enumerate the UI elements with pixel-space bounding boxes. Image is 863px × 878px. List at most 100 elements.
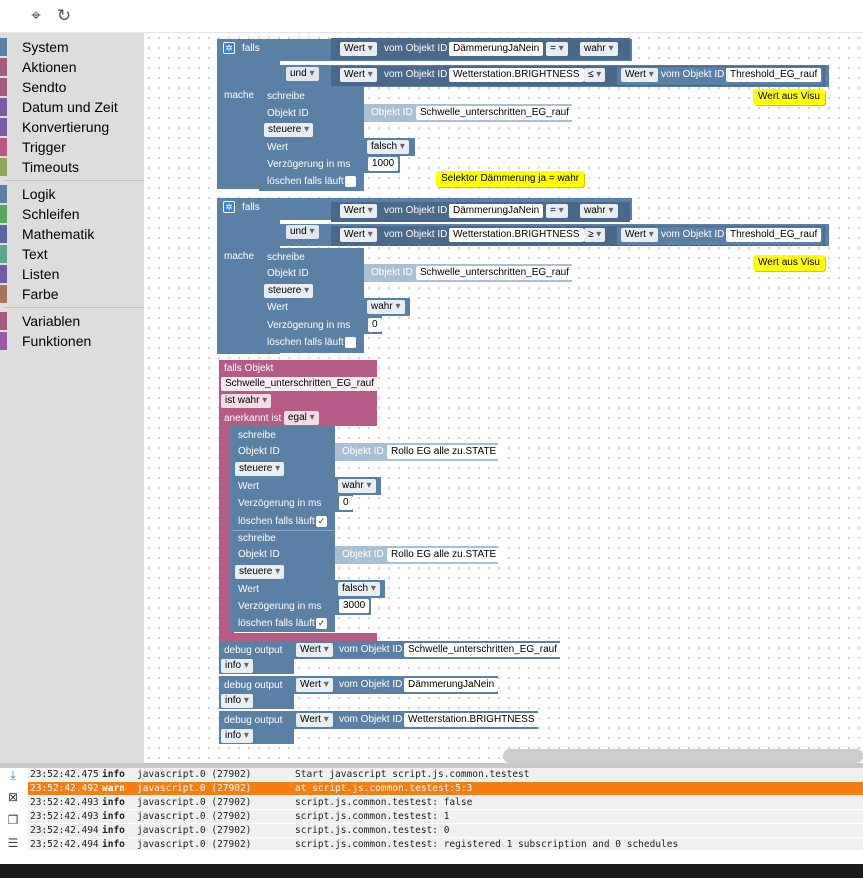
category-text[interactable]: Text	[0, 244, 144, 264]
object-id-field[interactable]: DämmerungJaNein	[449, 204, 544, 218]
object-id-field[interactable]: Schwelle_unterschritten_EG_rauf	[221, 377, 378, 391]
und-dropdown[interactable]: und ▾	[286, 225, 319, 239]
value-dropdown[interactable]: wahr ▾	[580, 42, 618, 56]
delay-field[interactable]: 0	[339, 496, 353, 510]
category-farbe[interactable]: Farbe	[0, 284, 144, 304]
chevron-down-icon: ▾	[364, 205, 373, 216]
log-toolbar: ⤓ ⊠ ❐ ☰	[0, 768, 27, 850]
object-id-field[interactable]: Schwelle_unterschritten_EG_rauf	[416, 266, 573, 280]
category-aktionen[interactable]: Aktionen	[0, 57, 144, 77]
vom-objekt-label: vom Objekt ID	[661, 229, 725, 240]
und-dropdown[interactable]: und ▾	[286, 67, 319, 81]
wert-dropdown[interactable]: Wert ▾	[340, 228, 377, 242]
refresh-icon[interactable]: ↻	[54, 6, 74, 26]
level-dropdown[interactable]: info ▾	[221, 694, 253, 708]
bool-dropdown[interactable]: wahr ▾	[338, 479, 376, 493]
comment-note[interactable]: Wert aus Visu	[753, 255, 825, 271]
wert-dropdown[interactable]: Wert ▾	[340, 42, 377, 56]
wert-dropdown[interactable]: Wert ▾	[296, 713, 333, 727]
category-system[interactable]: System	[0, 37, 144, 57]
category-konvertierung[interactable]: Konvertierung	[0, 117, 144, 137]
operator-dropdown[interactable]: = ▾	[546, 204, 568, 218]
comment-note[interactable]: Wert aus Visu	[753, 89, 825, 105]
object-id-field[interactable]: Rollo EG alle zu.STATE	[387, 548, 501, 562]
bool-dropdown[interactable]: wahr ▾	[367, 300, 405, 314]
category-label: Timeouts	[22, 159, 80, 175]
loeschen-checkbox[interactable]	[345, 176, 356, 187]
delay-field[interactable]: 3000	[339, 599, 370, 613]
log-level: warn	[102, 783, 125, 794]
category-datum-und-zeit[interactable]: Datum und Zeit	[0, 97, 144, 117]
category-timeouts[interactable]: Timeouts	[0, 157, 144, 177]
category-color-swatch	[0, 78, 7, 96]
gear-icon[interactable]: ✲	[223, 42, 235, 54]
level-dropdown[interactable]: info ▾	[221, 729, 253, 743]
chevron-down-icon: ▾	[645, 69, 654, 80]
object-id-field[interactable]: Rollo EG alle zu.STATE	[387, 445, 501, 459]
workspace[interactable]: ✲ falls und ▾ mache Wert ▾ vom Objekt ID…	[144, 33, 863, 763]
category-sendto[interactable]: Sendto	[0, 77, 144, 97]
object-id-field[interactable]: DämmerungJaNein	[449, 42, 544, 56]
copy-icon[interactable]: ❐	[6, 813, 20, 827]
anerkannt-dropdown[interactable]: egal ▾	[284, 411, 319, 425]
wert-dropdown[interactable]: Wert ▾	[340, 68, 377, 82]
steuere-dropdown[interactable]: steuere ▾	[264, 123, 314, 137]
bool-dropdown[interactable]: falsch ▾	[338, 582, 380, 596]
loeschen-checkbox[interactable]: ✓	[316, 618, 327, 629]
category-logik[interactable]: Logik	[0, 184, 144, 204]
clear-log-icon[interactable]: ⊠	[6, 790, 20, 804]
list-icon[interactable]: ☰	[6, 836, 20, 850]
delay-field[interactable]: 1000	[368, 157, 399, 171]
condition-dropdown[interactable]: ist wahr ▾	[221, 394, 272, 408]
bool-dropdown[interactable]: falsch ▾	[367, 140, 409, 154]
category-listen[interactable]: Listen	[0, 264, 144, 284]
wert-dropdown[interactable]: Wert ▾	[296, 643, 333, 657]
category-schleifen[interactable]: Schleifen	[0, 204, 144, 224]
object-id-field[interactable]: Threshold_EG_rauf	[726, 68, 822, 82]
category-funktionen[interactable]: Funktionen	[0, 331, 144, 351]
operator-dropdown[interactable]: ≤ ▾	[584, 68, 606, 82]
objekt-id-label: Objekt ID	[267, 268, 309, 279]
operator-dropdown[interactable]: ≥ ▾	[584, 228, 606, 242]
horizontal-scrollbar[interactable]	[503, 749, 863, 763]
locate-icon[interactable]: ⌖	[26, 6, 46, 26]
category-label: Konvertierung	[22, 119, 110, 135]
log-msg: script.js.common.testest: false	[295, 797, 473, 808]
level-dropdown[interactable]: info ▾	[221, 659, 253, 673]
loeschen-checkbox[interactable]	[345, 337, 356, 348]
operator-dropdown[interactable]: = ▾	[546, 42, 568, 56]
object-id-field[interactable]: Schwelle_unterschritten_EG_rauf	[416, 106, 573, 120]
wert-dropdown[interactable]: Wert ▾	[296, 678, 333, 692]
chevron-down-icon: ▾	[306, 412, 315, 423]
wert-dropdown[interactable]: Wert ▾	[340, 204, 377, 218]
wert-dropdown[interactable]: Wert ▾	[621, 68, 658, 82]
comment-note[interactable]: Selektor Dämmerung ja = wahr	[436, 171, 585, 187]
object-id-field[interactable]: DämmerungJaNein	[404, 678, 499, 692]
gear-icon[interactable]: ✲	[223, 201, 235, 213]
category-color-swatch	[0, 225, 7, 243]
steuere-dropdown[interactable]: steuere ▾	[264, 284, 314, 298]
steuere-dropdown[interactable]: steuere ▾	[235, 565, 285, 579]
wert-dropdown[interactable]: Wert ▾	[621, 228, 658, 242]
category-color-swatch	[0, 185, 7, 203]
object-id-field[interactable]: Schwelle_unterschritten_EG_rauf	[404, 643, 561, 657]
log-time: 23:52:42.475	[30, 769, 99, 780]
delay-field[interactable]: 0	[368, 318, 382, 332]
category-trigger[interactable]: Trigger	[0, 137, 144, 157]
category-mathematik[interactable]: Mathematik	[0, 224, 144, 244]
log-msg: script.js.common.testest: 0	[295, 825, 450, 836]
category-variablen[interactable]: Variablen	[0, 311, 144, 331]
object-id-field[interactable]: Wetterstation.BRIGHTNESS	[449, 68, 584, 82]
scroll-down-icon[interactable]: ⤓	[6, 768, 20, 782]
category-label: Funktionen	[22, 333, 92, 349]
vom-objekt-label: vom Objekt ID	[339, 714, 403, 725]
object-id-field[interactable]: Wetterstation.BRIGHTNESS	[404, 713, 539, 727]
loeschen-checkbox[interactable]: ✓	[316, 516, 327, 527]
chevron-down-icon: ▾	[301, 124, 310, 135]
schreibe-label: schreibe	[238, 533, 276, 544]
value-dropdown[interactable]: wahr ▾	[580, 204, 618, 218]
object-id-field[interactable]: Threshold_EG_rauf	[726, 228, 822, 242]
object-id-field[interactable]: Wetterstation.BRIGHTNESS	[449, 228, 584, 242]
vom-objekt-label: vom Objekt ID	[339, 679, 403, 690]
steuere-dropdown[interactable]: steuere ▾	[235, 462, 285, 476]
